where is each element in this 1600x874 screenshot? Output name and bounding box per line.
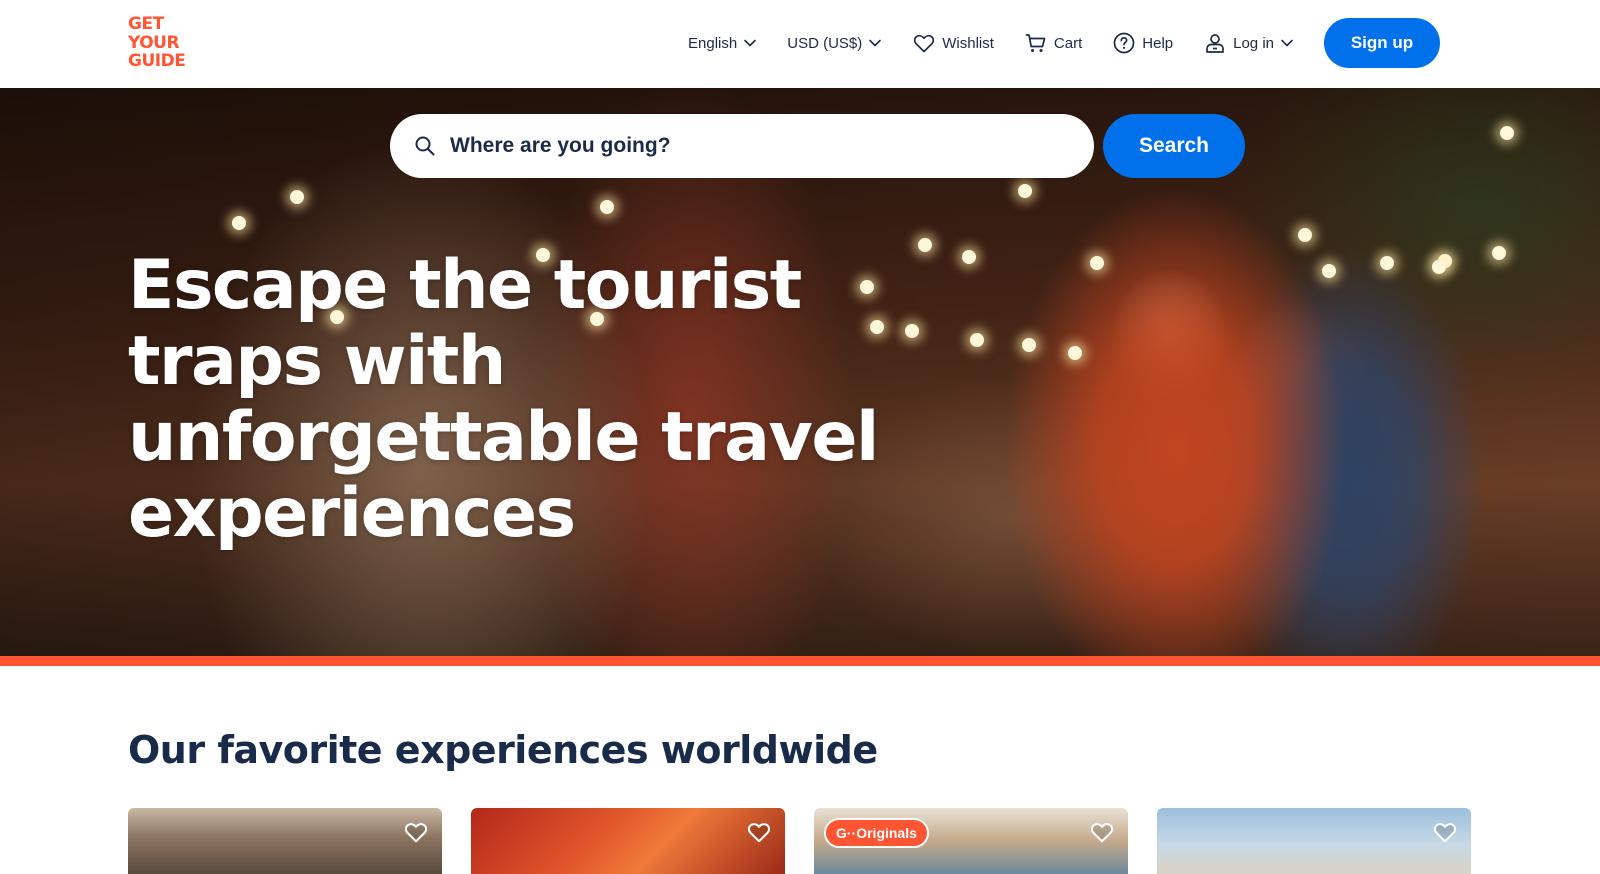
wishlist-toggle[interactable]: [1088, 818, 1116, 846]
help-label: Help: [1142, 34, 1174, 52]
wishlist-label: Wishlist: [942, 34, 994, 52]
section-title: Our favorite experiences worldwide: [128, 728, 878, 772]
experience-card[interactable]: [471, 808, 785, 874]
chevron-down-icon: [869, 39, 882, 47]
wishlist-toggle[interactable]: [745, 818, 773, 846]
chevron-down-icon: [1281, 39, 1293, 47]
cart-link[interactable]: Cart: [1024, 31, 1082, 55]
heart-icon: [1433, 823, 1457, 843]
currency-selector[interactable]: USD (US$): [787, 35, 882, 52]
login-label: Log in: [1233, 34, 1274, 52]
user-icon: [1206, 34, 1224, 53]
heart-icon: [404, 823, 428, 843]
help-circle-icon: [1113, 32, 1135, 54]
search-button[interactable]: Search: [1103, 114, 1245, 178]
search-bar[interactable]: [390, 114, 1094, 178]
help-link[interactable]: Help: [1112, 31, 1173, 55]
logo-line-your: YOUR: [128, 32, 180, 53]
wishlist-toggle[interactable]: [1431, 818, 1459, 846]
hero-headline: Escape the tourist traps with unforgetta…: [128, 246, 879, 553]
login-menu[interactable]: Log in: [1203, 31, 1294, 55]
heart-icon: [1090, 823, 1114, 843]
language-selector[interactable]: English: [688, 35, 757, 52]
getyourguide-logo[interactable]: GET YOUR GUIDE: [128, 16, 194, 70]
experience-card[interactable]: G··Originals: [814, 808, 1128, 874]
logo-line-guide: GUIDE: [128, 51, 186, 71]
site-header: GET YOUR GUIDE English USD (US$) Wishlis…: [0, 0, 1600, 88]
heart-icon: [747, 823, 771, 843]
experience-card[interactable]: [1157, 808, 1471, 874]
signup-button[interactable]: Sign up: [1324, 18, 1440, 68]
cart-label: Cart: [1053, 34, 1083, 52]
logo-line-get: GET: [128, 14, 164, 34]
currency-label: USD (US$): [787, 34, 863, 52]
hero-accent-bar: [0, 656, 1600, 666]
search-input[interactable]: [450, 134, 1050, 158]
experience-card[interactable]: [128, 808, 442, 874]
wishlist-link[interactable]: Wishlist: [912, 31, 994, 55]
chevron-down-icon: [744, 39, 757, 47]
cart-icon: [1025, 34, 1046, 52]
hero-banner: Search Escape the tourist traps with unf…: [0, 88, 1600, 656]
originals-badge: G··Originals: [824, 818, 929, 848]
heart-icon: [914, 34, 935, 53]
language-label: English: [688, 34, 738, 52]
wishlist-toggle[interactable]: [402, 818, 430, 846]
top-nav: English USD (US$) Wishlist Cart Help Log…: [658, 18, 1440, 68]
search-icon: [415, 136, 435, 156]
